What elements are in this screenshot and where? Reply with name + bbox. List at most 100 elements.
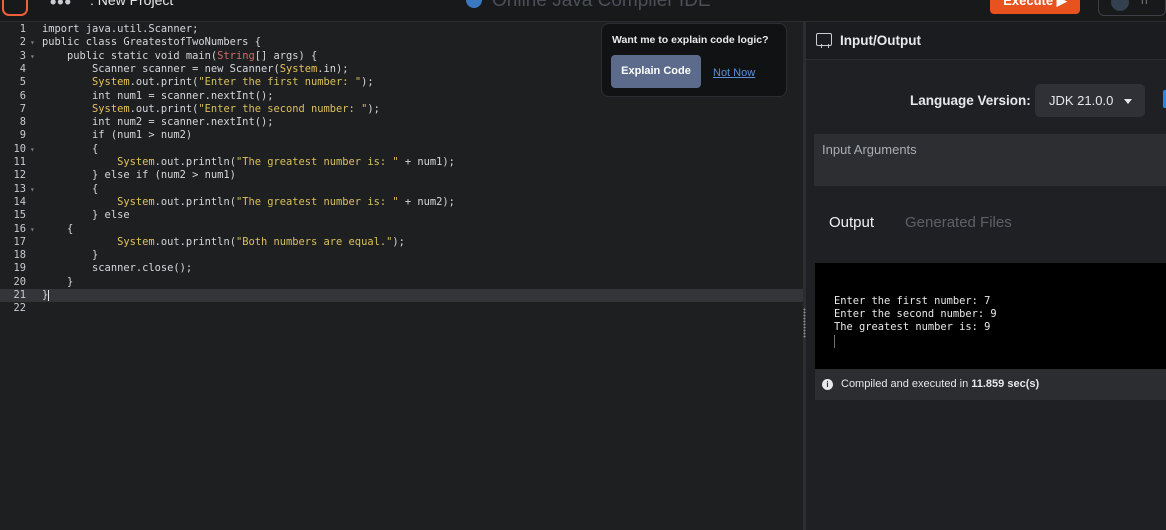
fold-arrow-icon[interactable]: ▾ xyxy=(30,36,35,49)
explain-code-button[interactable]: Explain Code xyxy=(611,55,701,88)
input-arguments-field[interactable]: Input Arguments xyxy=(814,134,1166,186)
line-number: 19 xyxy=(13,262,26,275)
info-icon: i xyxy=(822,379,833,390)
code-line[interactable]: 14 System.out.println("The greatest numb… xyxy=(0,196,803,209)
code-token: .out.print( xyxy=(129,102,199,115)
execution-status-text: Compiled and executed in 11.859 sec(s) xyxy=(841,378,1039,390)
logo-icon[interactable] xyxy=(2,0,28,16)
code-line[interactable]: 22 xyxy=(0,302,803,315)
text-cursor xyxy=(48,289,50,301)
output-console[interactable]: Enter the first number: 7 Enter the seco… xyxy=(815,263,1166,369)
code-text: System.out.println("The greatest number … xyxy=(42,156,455,169)
line-number: 10 xyxy=(13,142,26,155)
code-token: int num2 = scanner.nextInt(); xyxy=(42,116,274,129)
project-name[interactable]: : New Project xyxy=(90,0,173,8)
tab-generated-files[interactable]: Generated Files xyxy=(905,214,1012,231)
code-token: System xyxy=(92,76,130,89)
line-number: 16 xyxy=(13,222,26,235)
status-time: 11.859 sec(s) xyxy=(971,378,1040,390)
code-token: } else xyxy=(42,209,130,222)
line-number: 4 xyxy=(19,62,26,75)
code-line[interactable]: 7 System.out.print("Enter the second num… xyxy=(0,103,803,116)
code-token: public class GreatestofTwoNumbers { xyxy=(42,36,261,49)
explain-code-popup: Want me to explain code logic? Explain C… xyxy=(601,23,787,97)
fold-arrow-icon[interactable]: ▾ xyxy=(30,223,35,236)
console-cursor xyxy=(834,335,835,348)
fold-arrow-icon[interactable]: ▾ xyxy=(30,143,35,156)
code-line[interactable]: 11 System.out.println("The greatest numb… xyxy=(0,156,803,169)
code-token: "Both numbers are equal." xyxy=(235,235,393,248)
code-token: scanner.close(); xyxy=(42,262,193,275)
code-line[interactable]: 15 } else xyxy=(0,209,803,222)
line-number: 11 xyxy=(13,156,26,168)
language-version-select[interactable]: JDK 21.0.0 xyxy=(1035,84,1145,117)
code-line[interactable]: 20 } xyxy=(0,276,803,289)
tab-output[interactable]: Output xyxy=(829,214,874,231)
code-token: ); xyxy=(392,235,405,248)
app-title: Online Java Compiler IDE xyxy=(492,0,711,11)
code-token: import java.util.Scanner; xyxy=(42,23,199,35)
panel-header: Input/Output xyxy=(806,22,1166,60)
line-number: 12 xyxy=(13,169,26,182)
monitor-icon xyxy=(816,33,832,48)
avatar xyxy=(1111,0,1129,11)
fold-arrow-icon[interactable]: ▾ xyxy=(30,50,35,63)
code-line[interactable]: 9 if (num1 > num2) xyxy=(0,129,803,142)
code-token: { xyxy=(42,142,99,155)
code-token: "The greatest number is: " xyxy=(235,156,399,168)
code-text: { xyxy=(42,143,98,156)
execute-button[interactable]: Execute ▶ xyxy=(990,0,1080,14)
code-line[interactable]: 18 } xyxy=(0,249,803,262)
chevron-down-icon xyxy=(1124,99,1132,104)
code-line[interactable]: 12 } else if (num2 > num1) xyxy=(0,169,803,182)
code-text: } xyxy=(42,289,50,302)
code-text: int num1 = scanner.nextInt(); xyxy=(42,90,273,103)
code-token: ); xyxy=(361,76,374,89)
code-line[interactable]: 19 scanner.close(); xyxy=(0,262,803,275)
line-number: 17 xyxy=(13,235,26,248)
code-line[interactable]: 8 int num2 = scanner.nextInt(); xyxy=(0,116,803,129)
code-text: { xyxy=(42,183,98,196)
code-token: System xyxy=(279,62,318,75)
line-number: 18 xyxy=(13,249,26,262)
code-token: ); xyxy=(367,102,380,115)
panel-title: Input/Output xyxy=(840,33,921,48)
code-line[interactable]: 21} xyxy=(0,289,803,303)
code-token: .out.print( xyxy=(129,76,199,89)
line-number: 21 xyxy=(13,289,26,301)
code-line[interactable]: 17 System.out.println("Both numbers are … xyxy=(0,236,803,249)
code-text: scanner.close(); xyxy=(42,262,192,275)
code-token: { xyxy=(42,222,74,235)
user-menu-button[interactable]: n xyxy=(1098,0,1166,16)
not-now-link[interactable]: Not Now xyxy=(713,67,755,79)
code-line[interactable]: 10 ▾ { xyxy=(0,143,803,156)
status-prefix: Compiled and executed in xyxy=(841,378,972,390)
fold-arrow-icon[interactable]: ▾ xyxy=(30,183,35,196)
language-version-value: JDK 21.0.0 xyxy=(1049,93,1114,108)
code-token: System xyxy=(117,235,155,248)
code-text: System.out.println("Both numbers are equ… xyxy=(42,236,405,249)
code-token: int num1 = scanner.nextInt(); xyxy=(42,89,274,102)
execution-status-bar: i Compiled and executed in 11.859 sec(s) xyxy=(815,369,1166,400)
code-line[interactable]: 16 ▾ { xyxy=(0,223,803,236)
code-editor[interactable]: 1 import java.util.Scanner; 2 ▾ public class… xyxy=(0,22,803,530)
line-number: 20 xyxy=(13,275,26,288)
menu-dots-icon[interactable]: ••• xyxy=(50,0,72,13)
code-token: } xyxy=(42,249,99,262)
code-text: int num2 = scanner.nextInt(); xyxy=(42,116,273,129)
line-number: 8 xyxy=(19,116,26,129)
java-icon xyxy=(466,0,482,8)
code-line[interactable]: 13 ▾ { xyxy=(0,183,803,196)
code-token: .in); xyxy=(317,62,349,75)
code-text: import java.util.Scanner; xyxy=(42,23,198,36)
input-output-panel: Input/Output Language Version: JDK 21.0.… xyxy=(806,22,1166,530)
code-text: { xyxy=(42,223,73,236)
top-bar: ••• : New Project Online Java Compiler I… xyxy=(0,0,1166,22)
code-text: public static void main(String[] args) { xyxy=(42,50,317,63)
code-token: } xyxy=(42,275,74,288)
input-arguments-placeholder: Input Arguments xyxy=(822,142,917,157)
